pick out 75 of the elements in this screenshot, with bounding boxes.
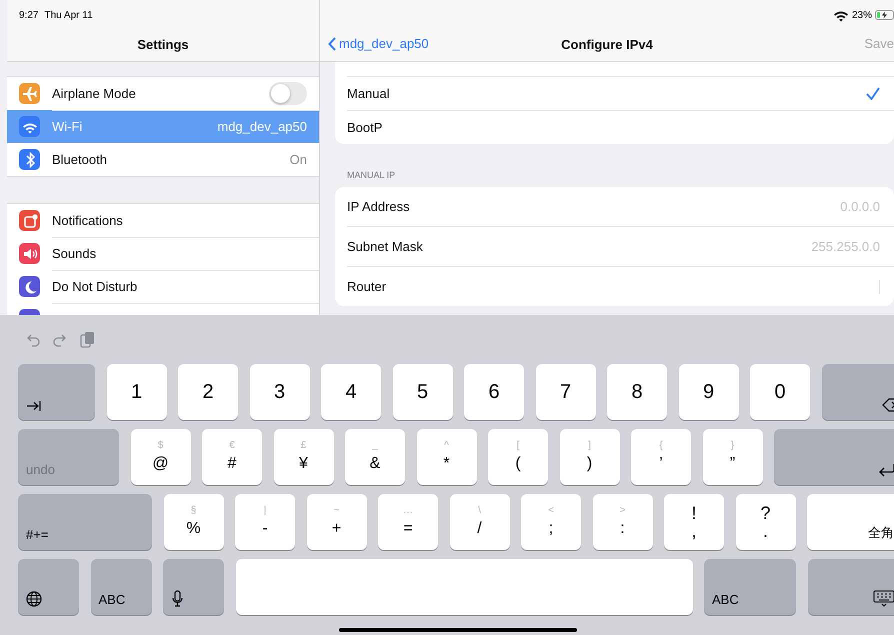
delete-key[interactable] (822, 364, 894, 420)
settings-row[interactable]: Bluetooth On (7, 143, 319, 176)
row-value: On (290, 152, 307, 167)
character-key[interactable]: § % (164, 494, 224, 550)
character-key[interactable]: 1 (106, 364, 166, 420)
return-arrow-icon (878, 463, 894, 477)
settings-row[interactable]: Sounds (7, 237, 319, 270)
field-label: Router (347, 279, 386, 294)
back-button[interactable]: mdg_dev_ap50 (320, 36, 429, 51)
settings-row[interactable]: Do Not Disturb (7, 270, 319, 303)
return-key[interactable] (774, 429, 894, 485)
character-key[interactable]: $ @ (130, 429, 190, 485)
status-time: 9:27 (19, 10, 38, 20)
character-key[interactable]: } ” (702, 429, 762, 485)
option-row[interactable]: Manual (347, 76, 894, 110)
settings-row[interactable]: Notifications (7, 204, 319, 237)
dictation-key[interactable] (163, 559, 224, 615)
character-key[interactable]: { ’ (631, 429, 691, 485)
abc-key[interactable]: ABC (90, 559, 152, 615)
character-key[interactable]: 0 (750, 364, 810, 420)
field-label: IP Address (347, 199, 410, 214)
full-width-key[interactable]: 全角 (807, 494, 894, 550)
microphone-icon (171, 590, 184, 607)
character-key[interactable]: \ / (450, 494, 510, 550)
character-key[interactable]: ! , (664, 494, 724, 550)
row-label: Do Not Disturb (52, 278, 138, 294)
character-key[interactable]: 4 (321, 364, 381, 420)
character-key[interactable]: ~ + (306, 494, 366, 550)
character-key[interactable]: 8 (607, 364, 667, 420)
symbols-key[interactable]: #+= (18, 494, 152, 550)
row-label: Airplane Mode (52, 86, 137, 100)
battery-icon (875, 10, 894, 20)
nav-title: Configure IPv4 (561, 36, 653, 52)
character-key[interactable]: | - (235, 494, 295, 550)
character-key[interactable]: [ ( (488, 429, 548, 485)
row-label: Notifications (52, 212, 124, 228)
character-key[interactable]: … = (378, 494, 438, 550)
character-key[interactable]: 5 (392, 364, 452, 420)
character-key[interactable]: £ ¥ (274, 429, 334, 485)
tab-arrow-icon (26, 399, 41, 412)
row-label: Bluetooth (52, 152, 108, 167)
row-label: Wi-Fi (52, 118, 84, 134)
abc-key[interactable]: ABC (704, 559, 796, 615)
row-label: Sounds (52, 246, 98, 260)
character-key[interactable]: 6 (464, 364, 524, 420)
space-bar[interactable] (236, 559, 692, 615)
globe-icon (26, 591, 42, 607)
chevron-left-icon (328, 36, 337, 50)
character-key[interactable]: ] ) (560, 429, 620, 485)
nav-title: Settings (137, 37, 189, 52)
character-key[interactable]: 9 (678, 364, 738, 420)
character-key[interactable]: € # (202, 429, 262, 485)
character-key[interactable]: ? . (736, 494, 796, 550)
undo-icon[interactable] (26, 332, 40, 346)
status-date: Thu Apr 11 (44, 10, 93, 20)
character-key[interactable]: _ & (345, 429, 405, 485)
option-row[interactable]: BootP (347, 110, 894, 144)
keyboard-icon (872, 590, 894, 607)
hide-keyboard-key[interactable] (808, 559, 894, 615)
character-key[interactable]: > : (592, 494, 652, 550)
character-key[interactable]: 3 (250, 364, 310, 420)
character-key[interactable]: < ; (521, 494, 581, 550)
battery-percent: 23% (852, 10, 872, 20)
tab-key[interactable] (18, 364, 95, 420)
globe-key[interactable] (18, 559, 79, 615)
clipboard-icon[interactable] (80, 331, 95, 348)
field-label: Subnet Mask (347, 239, 423, 254)
character-key[interactable]: ^ * (416, 429, 476, 485)
character-key[interactable]: 7 (536, 364, 596, 420)
row-value: mdg_dev_ap50 (217, 118, 307, 134)
character-key[interactable]: 2 (178, 364, 238, 420)
wifi-icon (832, 8, 849, 22)
section-header: MANUAL IP (347, 170, 396, 181)
toggle-switch[interactable] (269, 82, 307, 104)
redo-icon[interactable] (53, 332, 67, 346)
